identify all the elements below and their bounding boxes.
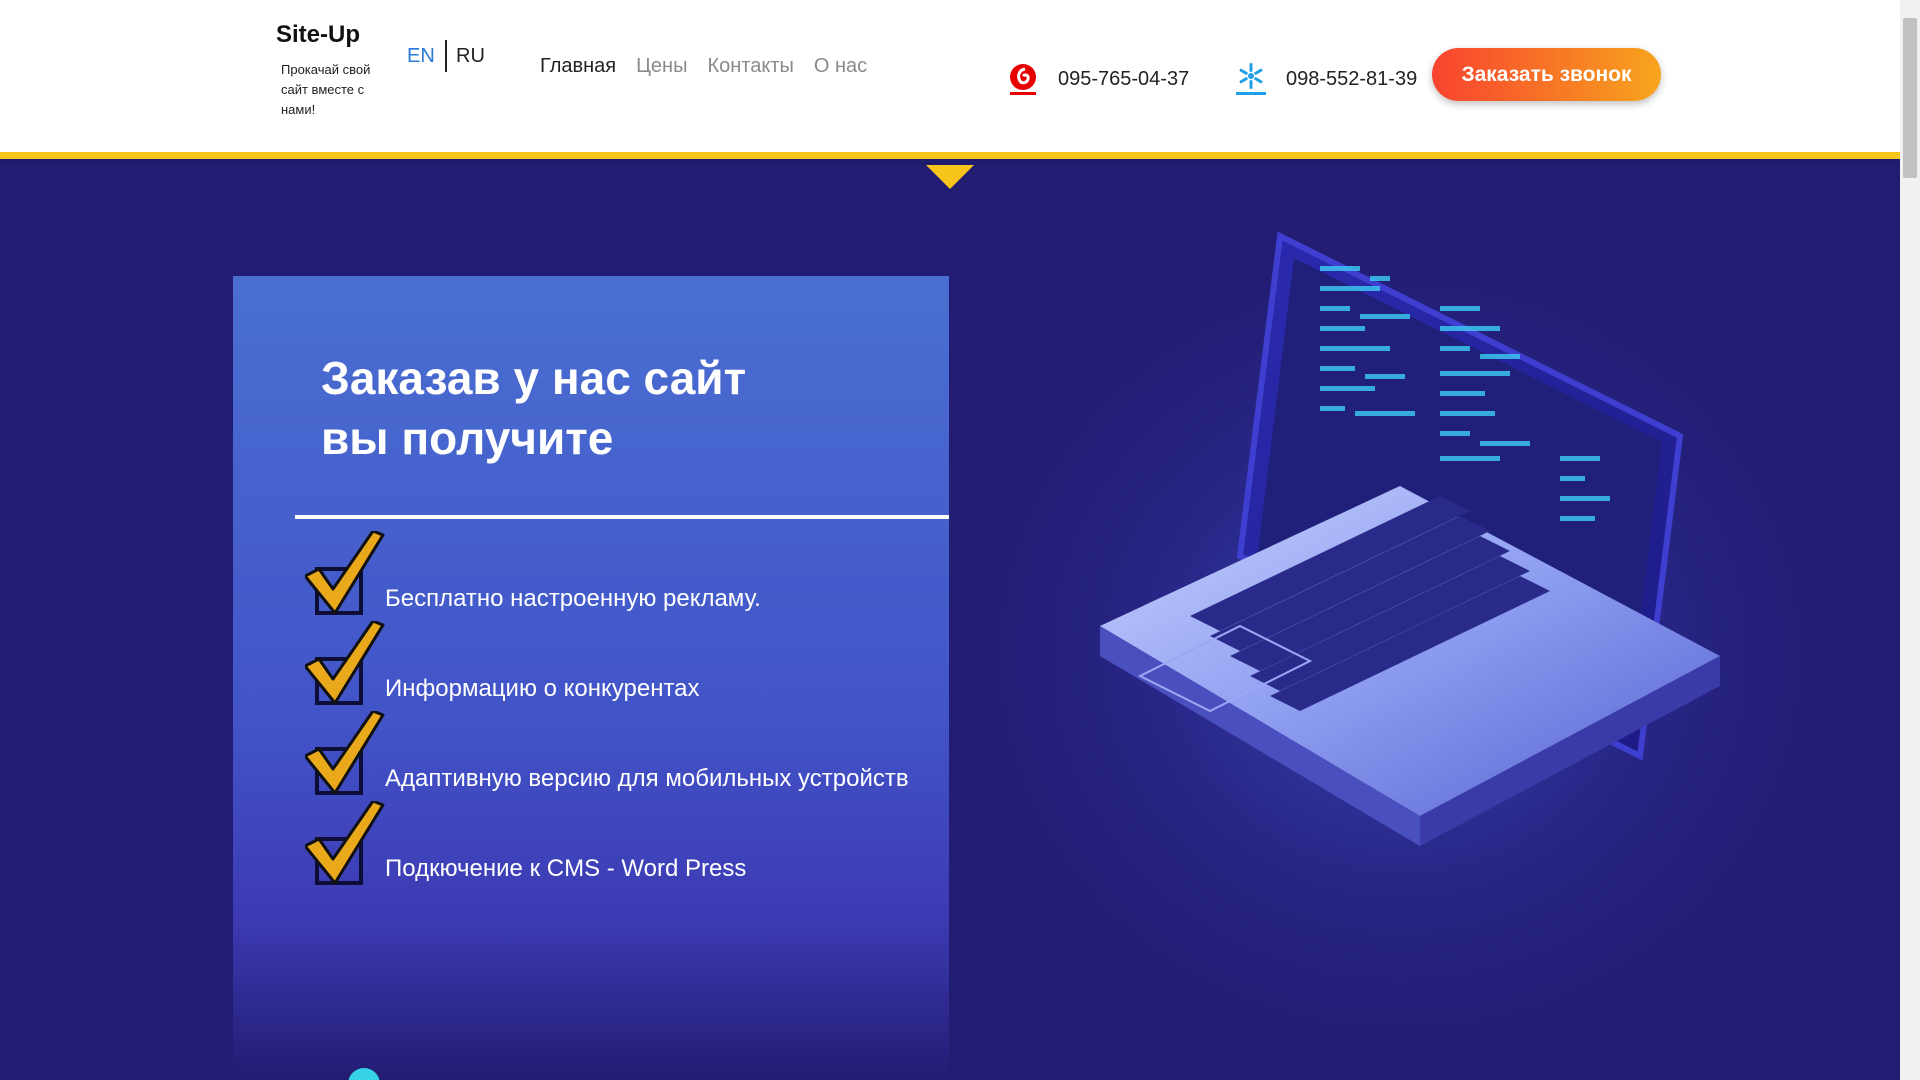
vodafone-icon	[1010, 64, 1036, 95]
checkbox-checked-icon	[305, 711, 385, 795]
logo-title[interactable]: Site-Up	[276, 21, 360, 49]
lang-ru-link[interactable]: RU	[456, 45, 485, 68]
main-nav: Главная Цены Контакты О нас	[540, 55, 867, 78]
list-item: Бесплатно настроенную рекламу.	[305, 531, 945, 621]
list-item: Адаптивную версию для мобильных устройст…	[305, 711, 945, 801]
benefit-text: Бесплатно настроенную рекламу.	[385, 585, 761, 612]
header-pointer-triangle	[926, 165, 974, 189]
page-scrollbar[interactable]	[1900, 0, 1920, 1080]
benefit-text: Информацию о конкурентах	[385, 675, 700, 702]
kyivstar-icon	[1236, 63, 1266, 95]
hero-section: Заказав у нас сайт вы получите Бесплатно…	[0, 166, 1900, 1080]
nav-item-contacts[interactable]: Контакты	[707, 55, 793, 78]
list-item: Информацию о конкурентах	[305, 621, 945, 711]
title-divider	[295, 515, 949, 519]
benefit-text: Подкючение к CMS - Word Press	[385, 855, 747, 882]
nav-item-prices[interactable]: Цены	[636, 55, 687, 78]
benefit-text: Адаптивную версию для мобильных устройст…	[385, 765, 909, 792]
checkbox-checked-icon	[305, 621, 385, 705]
site-header: Site-Up Прокачай свой сайт вместе с нами…	[0, 0, 1900, 159]
nav-item-about[interactable]: О нас	[814, 55, 867, 78]
hero-title-line-2: вы получите	[321, 412, 614, 464]
nav-item-home[interactable]: Главная	[540, 55, 616, 78]
phone-number[interactable]: 098-552-81-39	[1286, 68, 1417, 91]
phone-kyivstar[interactable]: 098-552-81-39	[1232, 60, 1417, 98]
laptop-illustration	[1100, 231, 1720, 846]
logo-tagline: Прокачай свой сайт вместе с нами!	[281, 62, 371, 117]
order-call-button[interactable]: Заказать звонок	[1432, 48, 1661, 101]
hero-title-line-1: Заказав у нас сайт	[321, 352, 747, 404]
checkbox-checked-icon	[305, 801, 385, 885]
list-item: Подкючение к CMS - Word Press	[305, 801, 945, 891]
phone-vodafone[interactable]: 095-765-04-37	[1004, 60, 1189, 98]
benefits-card: Заказав у нас сайт вы получите Бесплатно…	[233, 276, 949, 1080]
hero-title: Заказав у нас сайт вы получите	[321, 348, 881, 468]
lang-divider	[445, 40, 447, 72]
lang-en-link[interactable]: EN	[407, 45, 435, 68]
scrollbar-thumb[interactable]	[1903, 18, 1917, 178]
phone-number[interactable]: 095-765-04-37	[1058, 68, 1189, 91]
benefits-list: Бесплатно настроенную рекламу. Информаци…	[305, 531, 945, 891]
checkbox-checked-icon	[305, 531, 385, 615]
